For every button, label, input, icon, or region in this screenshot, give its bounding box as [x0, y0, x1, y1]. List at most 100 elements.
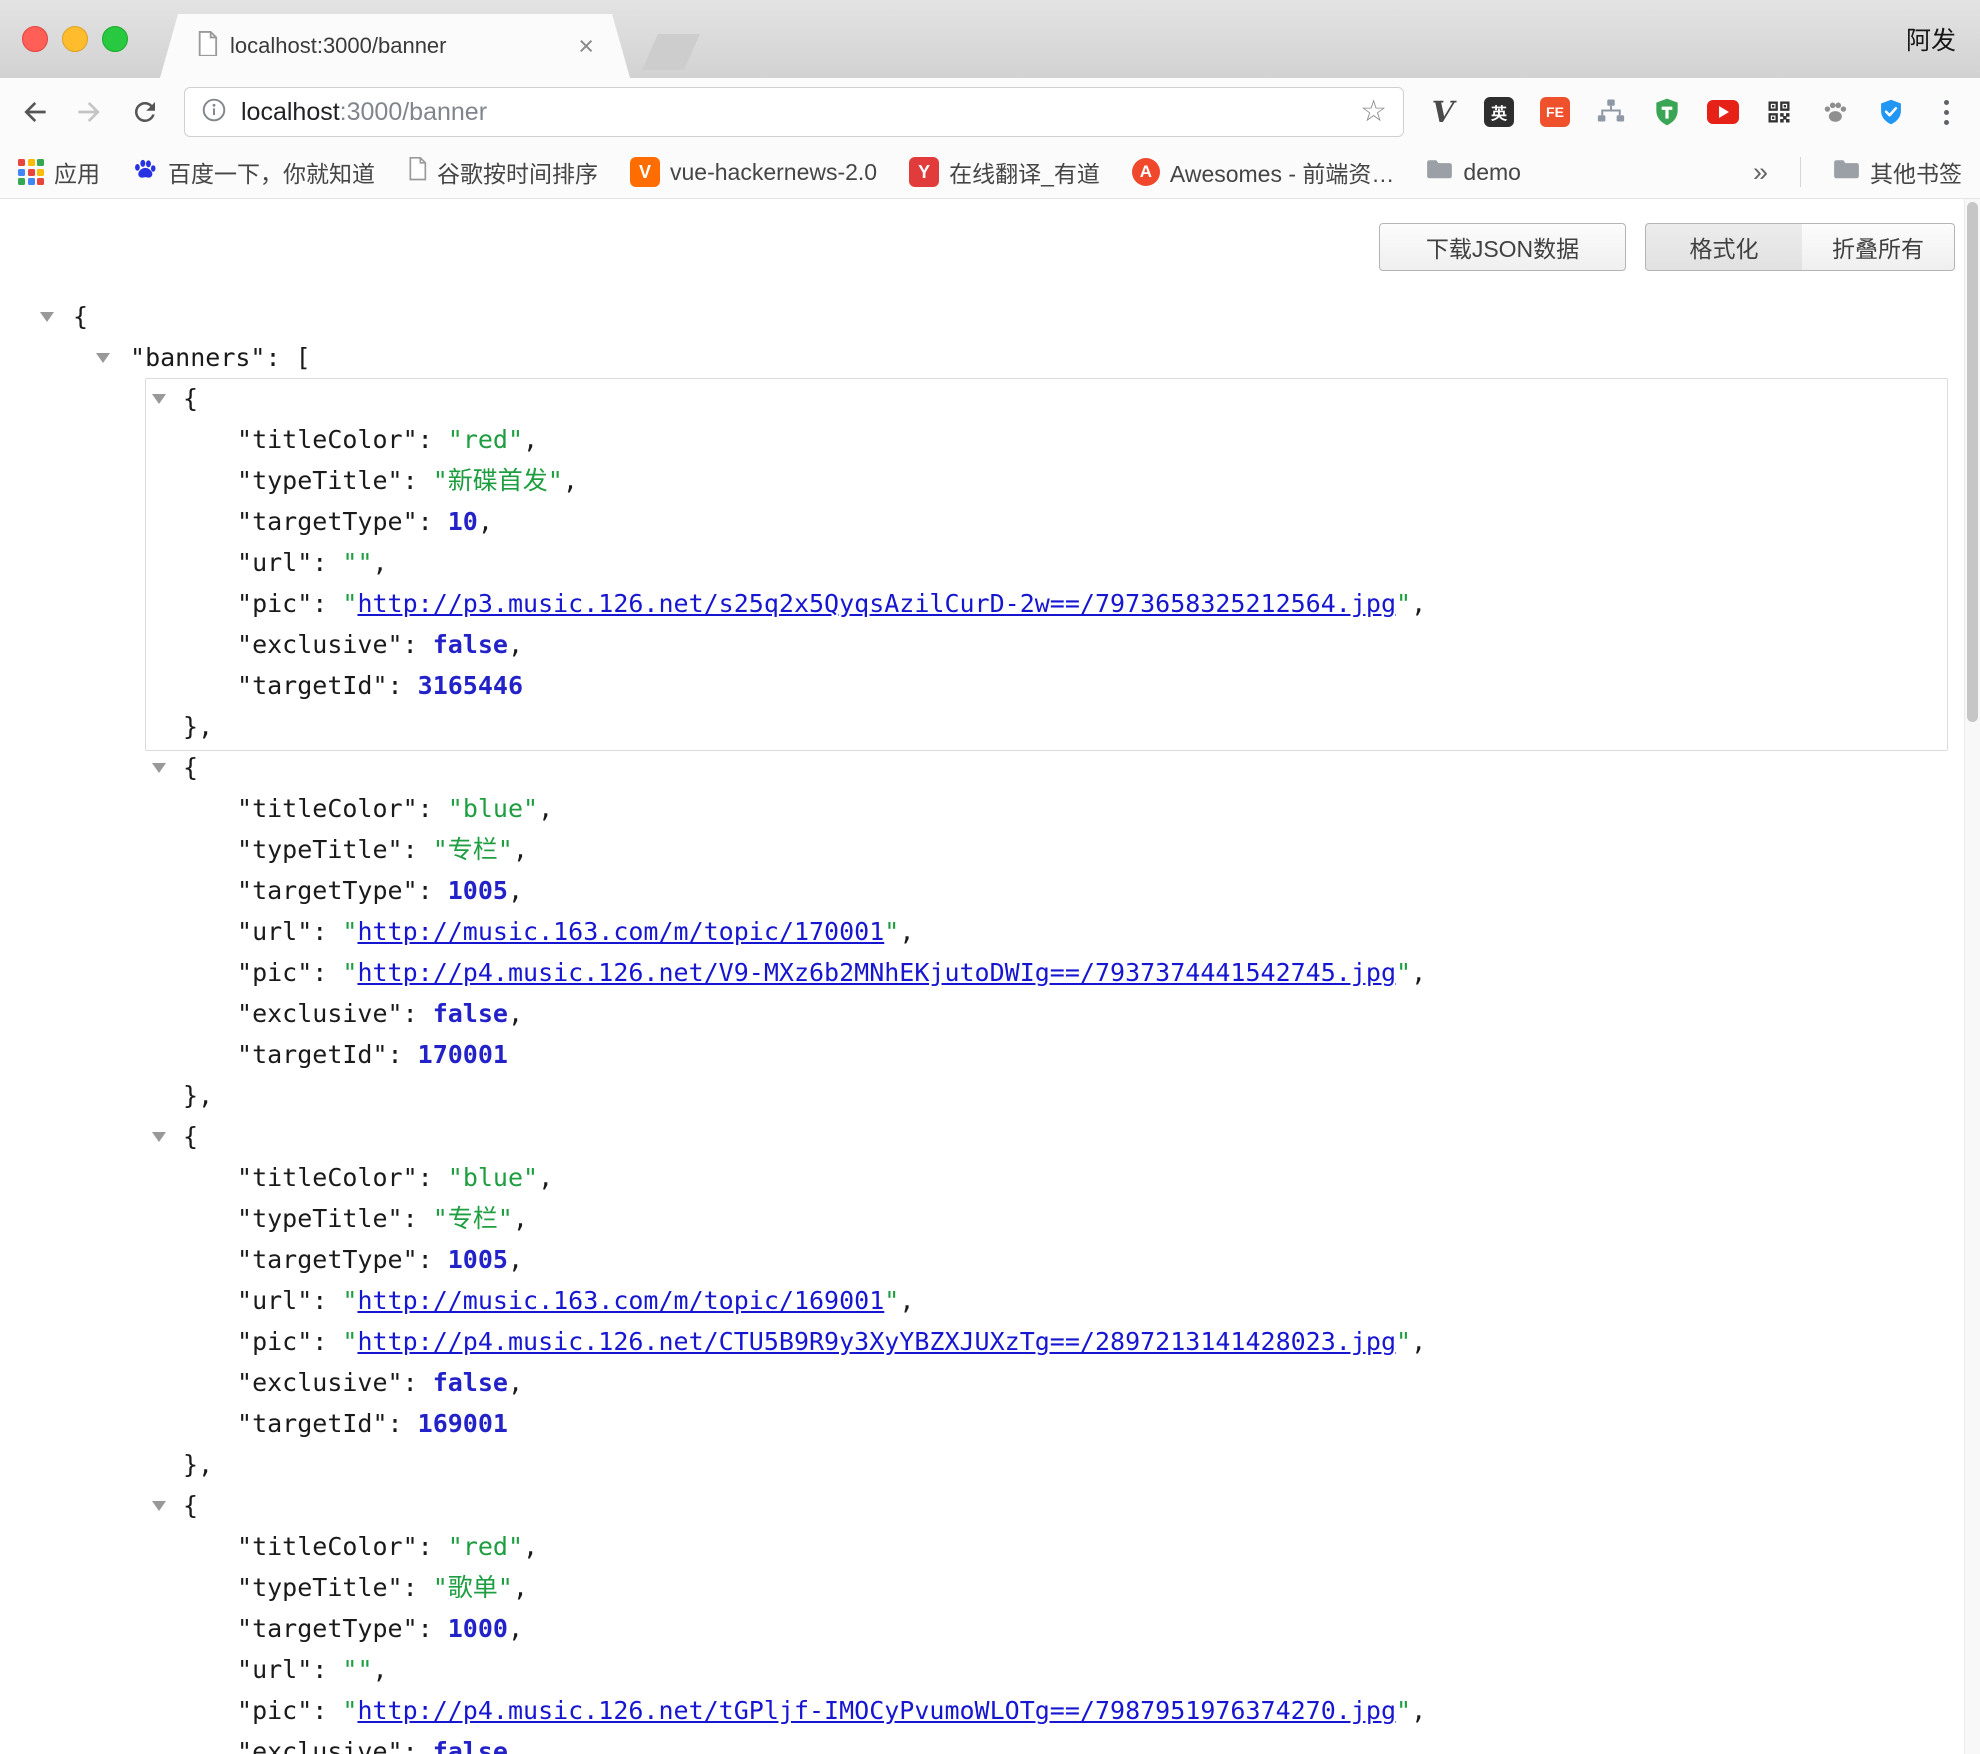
download-json-button[interactable]: 下载JSON数据 — [1379, 223, 1626, 271]
json-link[interactable]: http://p3.music.126.net/s25q2x5QyqsAzilC… — [357, 589, 1396, 618]
json-string-value: blue — [448, 1163, 538, 1192]
collapse-all-button[interactable]: 折叠所有 — [1802, 223, 1955, 271]
json-property-line: typeTitle: 专栏, — [0, 1198, 1964, 1239]
extension-icon-sitemap[interactable] — [1592, 93, 1630, 131]
json-key: titleColor — [237, 425, 418, 454]
json-object-banner-1: { titleColor: blue, typeTitle: 专栏, targe… — [0, 747, 1964, 1116]
json-line-banners-key: banners: [ — [0, 337, 1964, 378]
collapse-toggle-icon[interactable] — [152, 1501, 166, 1511]
json-property-line: url: , — [0, 1649, 1964, 1690]
json-colon: : — [403, 835, 433, 864]
bookmark-label: 在线翻译_有道 — [949, 155, 1100, 189]
bookmark-awesomes[interactable]: AAwesomes - 前端资… — [1132, 155, 1395, 189]
page-icon — [407, 157, 427, 186]
new-tab-button[interactable] — [642, 34, 700, 70]
extension-icon-fehelper[interactable]: FE — [1536, 93, 1574, 131]
json-line-root-open: { — [0, 296, 1964, 337]
page-info-icon[interactable] — [201, 97, 227, 128]
window-controls — [22, 26, 128, 52]
json-key: targetType — [237, 876, 418, 905]
json-comma: , — [563, 466, 578, 495]
minimize-window-button[interactable] — [62, 26, 88, 52]
extension-icon-qrcode[interactable] — [1760, 93, 1798, 131]
json-object-banner-0: { titleColor: red, typeTitle: 新碟首发, targ… — [0, 378, 1964, 747]
browser-menu-icon[interactable] — [1930, 96, 1962, 128]
json-colon: : — [312, 1286, 342, 1315]
bookmark-vue-hackernews[interactable]: Vvue-hackernews-2.0 — [630, 157, 877, 187]
json-colon: : — [403, 630, 433, 659]
bookmark-baidu[interactable]: 百度一下，你就知道 — [132, 155, 375, 189]
json-key: exclusive — [237, 1368, 403, 1397]
close-window-button[interactable] — [22, 26, 48, 52]
collapse-toggle-icon[interactable] — [152, 394, 166, 404]
json-property-line: url: , — [0, 542, 1964, 583]
json-colon: : — [403, 1737, 433, 1754]
json-link[interactable]: http://p4.music.126.net/V9-MXz6b2MNhEKju… — [357, 958, 1396, 987]
titlebar: localhost:3000/banner × 阿发 — [0, 0, 1980, 78]
extension-icon-shield-check[interactable] — [1872, 93, 1910, 131]
collapse-toggle-icon[interactable] — [40, 312, 54, 322]
bookmark-label: 百度一下，你就知道 — [168, 155, 375, 189]
json-open-brace: { — [183, 1122, 198, 1151]
json-property-line: titleColor: red, — [0, 1526, 1964, 1567]
extension-icon-translate[interactable]: 英 — [1480, 93, 1518, 131]
json-colon: : — [418, 876, 448, 905]
bookmark-apps[interactable]: 应用 — [18, 155, 100, 189]
scrollbar-thumb[interactable] — [1967, 202, 1978, 722]
json-open-brace: { — [183, 1491, 198, 1520]
json-key: exclusive — [237, 1737, 403, 1754]
profile-name[interactable]: 阿发 — [1906, 0, 1956, 78]
bookmark-demo-folder[interactable]: demo — [1426, 158, 1521, 187]
json-link[interactable]: http://music.163.com/m/topic/170001 — [357, 917, 884, 946]
json-key: targetId — [237, 1409, 388, 1438]
browser-tab[interactable]: localhost:3000/banner × — [160, 14, 630, 78]
address-bar[interactable]: localhost:3000/banner ☆ — [184, 87, 1404, 137]
extension-icon-vimium[interactable]: V — [1424, 93, 1462, 131]
json-link[interactable]: http://p4.music.126.net/tGPljf-IMOCyPvum… — [357, 1696, 1396, 1725]
json-key: url — [237, 1286, 312, 1315]
json-property-line: url: http://music.163.com/m/topic/169001… — [0, 1280, 1964, 1321]
collapse-toggle-icon[interactable] — [152, 1132, 166, 1142]
bookmark-google-sort[interactable]: 谷歌按时间排序 — [407, 155, 598, 189]
extension-icon-green-shield[interactable] — [1648, 93, 1686, 131]
maximize-window-button[interactable] — [102, 26, 128, 52]
json-colon: : — [418, 425, 448, 454]
bookmark-youdao[interactable]: Y在线翻译_有道 — [909, 155, 1100, 189]
json-comma: , — [523, 425, 538, 454]
json-string-value: 歌单 — [433, 1573, 513, 1602]
json-line-object-close: }, — [0, 1444, 1964, 1485]
extension-icon-youtube[interactable] — [1704, 93, 1742, 131]
scrollbar[interactable] — [1964, 199, 1980, 1754]
forward-button[interactable] — [68, 92, 110, 132]
json-number-value: 1000 — [448, 1614, 508, 1643]
json-comma: , — [899, 1286, 914, 1315]
collapse-toggle-icon[interactable] — [152, 763, 166, 773]
json-key: pic — [237, 589, 312, 618]
json-colon: : — [403, 466, 433, 495]
url-path: :3000/banner — [340, 98, 487, 126]
back-button[interactable] — [14, 92, 56, 132]
bookmark-label: demo — [1463, 159, 1521, 186]
json-property-line: pic: http://p4.music.126.net/V9-MXz6b2MN… — [0, 952, 1964, 993]
json-link[interactable]: http://p4.music.126.net/CTU5B9R9y3XyYBZX… — [357, 1327, 1396, 1356]
extension-icon-paw[interactable] — [1816, 93, 1854, 131]
bookmark-star-icon[interactable]: ☆ — [1360, 97, 1387, 127]
bookmark-other-bookmarks[interactable]: 其他书签 — [1833, 155, 1962, 189]
tab-close-icon[interactable]: × — [578, 33, 594, 60]
json-link[interactable]: http://music.163.com/m/topic/169001 — [357, 1286, 884, 1315]
tab-title: localhost:3000/banner — [230, 33, 568, 59]
reload-button[interactable] — [124, 92, 166, 132]
json-comma: , — [513, 1204, 528, 1233]
json-property-line: typeTitle: 歌单, — [0, 1567, 1964, 1608]
format-button[interactable]: 格式化 — [1645, 223, 1803, 271]
bookmarks-overflow-chevron[interactable]: » — [1753, 157, 1768, 188]
json-comma: , — [513, 1573, 528, 1602]
bookmark-label: 应用 — [54, 155, 100, 189]
json-colon: : — [418, 1245, 448, 1274]
json-colon: : — [388, 671, 418, 700]
collapse-toggle-icon[interactable] — [96, 353, 110, 363]
json-comma: , — [373, 1655, 388, 1684]
json-key: pic — [237, 1327, 312, 1356]
json-property-line: titleColor: blue, — [0, 788, 1964, 829]
json-key: exclusive — [237, 630, 403, 659]
